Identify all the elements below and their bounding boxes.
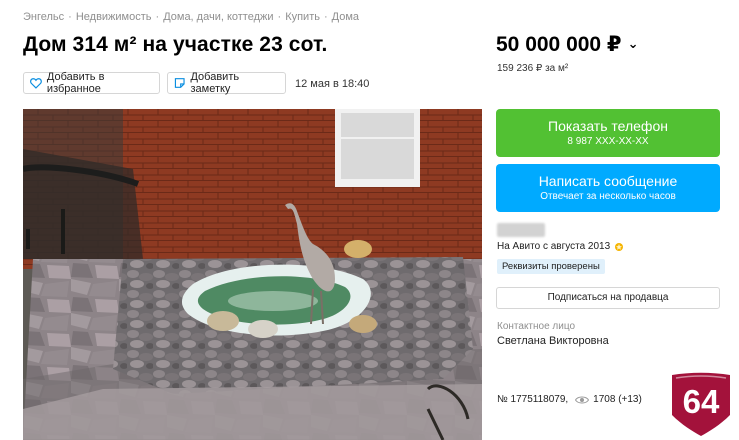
- breadcrumb-item-buy[interactable]: Купить: [285, 11, 320, 23]
- breadcrumb-item-city[interactable]: Энгельс: [23, 11, 64, 23]
- listing-number: № 1775118079,: [497, 394, 569, 405]
- photo-gallery[interactable]: [23, 109, 482, 440]
- listing-meta: № 1775118079, 1708 (+13): [497, 394, 642, 405]
- breadcrumb-item-houses[interactable]: Дома: [332, 11, 359, 23]
- seller-since: На Авито с августа 2013: [497, 241, 624, 252]
- publish-date: 12 мая в 18:40: [295, 78, 370, 90]
- masked-phone-number: 8 987 XXX-XX-XX: [567, 136, 649, 147]
- verified-badge[interactable]: Реквизиты проверены: [497, 259, 605, 274]
- eye-icon: [575, 396, 590, 403]
- views-count: 1708 (+13): [593, 394, 642, 405]
- page-title: Дом 314 м² на участке 23 сот.: [23, 33, 328, 56]
- show-phone-button[interactable]: Показать телефон 8 987 XXX-XX-XX: [496, 109, 720, 157]
- send-message-label: Написать сообщение: [538, 173, 678, 189]
- send-message-button[interactable]: Написать сообщение Отвечает за несколько…: [496, 164, 720, 212]
- seller-since-text: На Авито с августа 2013: [497, 241, 611, 252]
- watermark-logo: 64: [672, 372, 730, 436]
- add-note-label: Добавить заметку: [190, 71, 240, 95]
- add-note-button[interactable]: Добавить заметку: [167, 71, 286, 95]
- contact-person-label: Контактное лицо: [497, 321, 576, 332]
- star-badge-icon: [615, 242, 624, 251]
- breadcrumb: Энгельс · Недвижимость · Дома, дачи, коттедж…: [23, 11, 359, 23]
- listing-photo: [23, 109, 482, 440]
- subscribe-seller-button[interactable]: Подписаться на продавца: [496, 287, 720, 309]
- seller-name-blurred[interactable]: [497, 223, 545, 237]
- breadcrumb-separator: ·: [323, 11, 328, 23]
- breadcrumb-item-houses-category[interactable]: Дома, дачи, коттеджи: [163, 11, 273, 23]
- heart-icon: [30, 78, 42, 89]
- contact-person-name: Светлана Викторовна: [497, 335, 609, 347]
- chevron-down-icon: ⌄: [627, 36, 639, 51]
- show-phone-label: Показать телефон: [548, 118, 668, 134]
- breadcrumb-separator: ·: [277, 11, 282, 23]
- note-icon: [174, 78, 185, 88]
- add-to-favorites-label: Добавить в избранное: [46, 71, 105, 95]
- response-time-note: Отвечает за несколько часов: [540, 191, 676, 202]
- breadcrumb-separator: ·: [155, 11, 160, 23]
- watermark-text: 64: [683, 383, 720, 420]
- breadcrumb-item-realty[interactable]: Недвижимость: [76, 11, 152, 23]
- price-value: 50 000 000 ₽: [496, 33, 622, 56]
- price-per-m2: 159 236 ₽ за м²: [497, 63, 569, 74]
- price-dropdown[interactable]: 50 000 000 ₽ ⌄: [496, 32, 638, 57]
- add-to-favorites-button[interactable]: Добавить в избранное: [23, 71, 160, 95]
- breadcrumb-separator: ·: [68, 11, 72, 23]
